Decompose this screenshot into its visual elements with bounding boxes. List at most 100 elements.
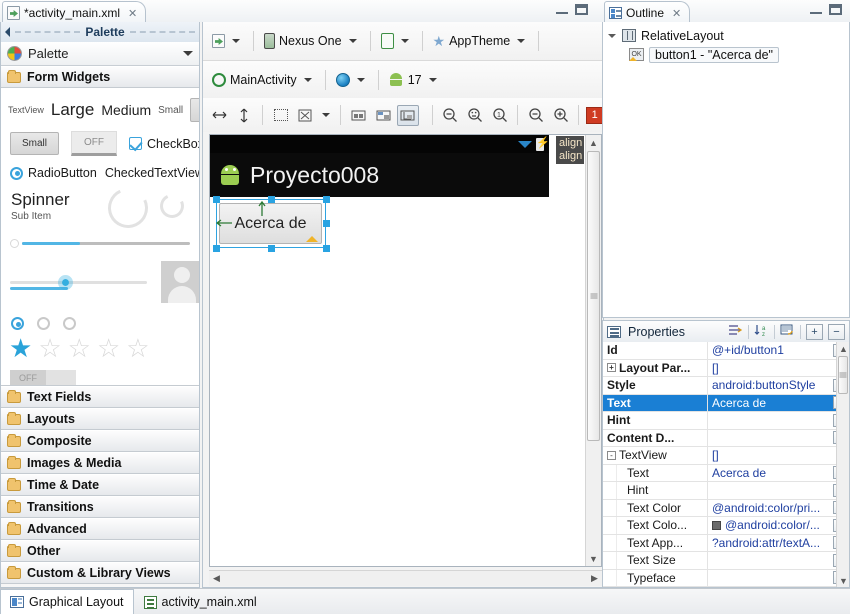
palette-item-small-button[interactable]: Small bbox=[10, 132, 60, 155]
close-icon[interactable]: ✕ bbox=[672, 7, 681, 20]
locale-chooser-button[interactable] bbox=[333, 71, 371, 89]
palette-category-form-widgets[interactable]: Form Widgets bbox=[1, 66, 199, 88]
property-row[interactable]: Hint… bbox=[603, 412, 849, 430]
chevron-down-icon[interactable] bbox=[303, 77, 312, 82]
chevron-down-icon[interactable] bbox=[428, 77, 437, 82]
chevron-down-icon[interactable] bbox=[400, 39, 409, 43]
activity-chooser-button[interactable]: MainActivity bbox=[209, 71, 318, 89]
scroll-up-icon[interactable]: ▲ bbox=[586, 135, 601, 150]
minimize-icon[interactable] bbox=[810, 5, 822, 14]
palette-category-composite[interactable]: Composite bbox=[1, 430, 199, 452]
palette-item-radiogroup[interactable] bbox=[1, 303, 199, 330]
palette-item-radiobutton[interactable]: RadioButton bbox=[10, 166, 97, 180]
layout-canvas[interactable]: Proyecto008 Acerca de bbox=[209, 134, 602, 567]
collapse-all-icon[interactable]: − bbox=[828, 323, 845, 340]
palette-category-layouts[interactable]: Layouts bbox=[1, 408, 199, 430]
maximize-icon[interactable] bbox=[575, 4, 588, 15]
seek-thumb[interactable] bbox=[58, 274, 73, 290]
palette-item-button[interactable]: Button bbox=[190, 98, 199, 122]
sort-alpha-icon[interactable]: az bbox=[754, 323, 769, 340]
close-icon[interactable]: ✕ bbox=[128, 7, 137, 20]
structure-button-b[interactable] bbox=[373, 105, 395, 126]
property-row[interactable]: Content D...… bbox=[603, 429, 849, 447]
tab-activity-main-xml[interactable]: activity_main.xml bbox=[134, 589, 267, 614]
zoom-fit-button[interactable] bbox=[440, 105, 462, 126]
palette-toolbar[interactable]: Palette bbox=[1, 42, 199, 66]
property-row[interactable]: TextAcerca de… bbox=[603, 394, 849, 412]
tab-graphical-layout[interactable]: Graphical Layout bbox=[0, 589, 134, 614]
palette-item-toggle-button[interactable]: OFF bbox=[71, 131, 118, 156]
property-value[interactable]: [] bbox=[708, 360, 831, 377]
property-row[interactable]: Text Color@android:color/pri...… bbox=[603, 499, 849, 517]
property-row[interactable]: Id@+id/button1… bbox=[603, 342, 849, 360]
canvas-hscrollbar[interactable]: ◀ ▶ bbox=[209, 570, 602, 586]
zoom-out-button[interactable] bbox=[525, 105, 547, 126]
property-row[interactable]: TextAcerca de… bbox=[603, 464, 849, 482]
structure-button-c[interactable] bbox=[397, 104, 419, 126]
structure-button-a[interactable] bbox=[348, 105, 370, 126]
palette-item-small-text[interactable]: Small bbox=[158, 105, 183, 116]
palette-item-seekbar[interactable] bbox=[1, 248, 199, 303]
chevron-down-icon[interactable] bbox=[356, 77, 365, 82]
palette-category-images-media[interactable]: Images & Media bbox=[1, 452, 199, 474]
palette-category-other[interactable]: Other bbox=[1, 540, 199, 562]
progress-ring-small-icon[interactable] bbox=[156, 190, 187, 222]
theme-chooser-button[interactable]: ★ AppTheme bbox=[430, 31, 532, 52]
properties-vscroll-thumb[interactable] bbox=[838, 356, 848, 394]
property-row[interactable]: - TextView [] bbox=[603, 447, 849, 465]
property-value[interactable]: @android:color/... bbox=[708, 517, 831, 534]
chevron-down-icon[interactable] bbox=[183, 51, 193, 56]
device-chooser-button[interactable]: Nexus One bbox=[261, 31, 363, 51]
property-value[interactable] bbox=[708, 412, 831, 429]
property-row[interactable]: Text App...?android:attr/textA...… bbox=[603, 534, 849, 552]
config-chooser-button[interactable] bbox=[209, 32, 246, 50]
scroll-down-icon[interactable]: ▼ bbox=[586, 551, 601, 566]
palette-item-checkbox[interactable]: CheckBox bbox=[129, 137, 199, 151]
palette-category-text-fields[interactable]: Text Fields bbox=[1, 386, 199, 408]
palette-item-spinner[interactable]: Spinner Sub Item bbox=[11, 190, 70, 222]
device-screen-body[interactable]: Acerca de bbox=[210, 196, 549, 527]
property-value[interactable] bbox=[708, 482, 831, 499]
zoom-to-fit-button[interactable] bbox=[464, 105, 486, 126]
minimize-icon[interactable] bbox=[556, 5, 568, 14]
palette-item-checkedtextview[interactable]: CheckedTextView bbox=[105, 166, 199, 180]
palette-item-textview[interactable]: TextView bbox=[8, 105, 44, 115]
scroll-right-icon[interactable]: ▶ bbox=[587, 571, 602, 586]
zoom-100-button[interactable]: 1 bbox=[489, 105, 511, 126]
progress-ring-icon[interactable] bbox=[101, 182, 154, 234]
scroll-left-icon[interactable]: ◀ bbox=[209, 571, 224, 586]
fit-height-button[interactable] bbox=[234, 105, 256, 126]
outline-tab[interactable]: Outline ✕ bbox=[604, 1, 691, 22]
property-row[interactable]: Hint… bbox=[603, 482, 849, 500]
canvas-vscroll-thumb[interactable] bbox=[587, 151, 600, 441]
property-value[interactable]: Acerca de bbox=[708, 465, 831, 482]
restore-default-icon[interactable] bbox=[780, 323, 795, 340]
expand-icon[interactable]: + bbox=[607, 363, 616, 373]
palette-item-ratingbar[interactable]: ★ ☆ ☆ ☆ ☆ bbox=[1, 330, 199, 361]
orientation-chooser-button[interactable] bbox=[378, 31, 415, 51]
property-value[interactable]: @+id/button1 bbox=[708, 342, 831, 359]
property-row[interactable]: Styleandroid:buttonStyle… bbox=[603, 377, 849, 395]
properties-vscrollbar[interactable]: ▲ ▼ bbox=[836, 342, 849, 587]
twisty-expanded-icon[interactable] bbox=[608, 33, 616, 38]
expand-all-icon[interactable]: + bbox=[806, 323, 823, 340]
property-value[interactable]: android:buttonStyle bbox=[708, 377, 831, 394]
chevron-down-icon[interactable] bbox=[322, 113, 331, 117]
collapse-left-icon[interactable] bbox=[5, 27, 10, 37]
property-value[interactable]: [] bbox=[708, 447, 831, 464]
chevron-down-icon[interactable] bbox=[232, 39, 240, 43]
property-row[interactable]: Text Size… bbox=[603, 552, 849, 570]
image-view-icon[interactable] bbox=[161, 261, 199, 303]
device-preview[interactable]: Proyecto008 Acerca de bbox=[210, 135, 550, 527]
palette-category-time-date[interactable]: Time & Date bbox=[1, 474, 199, 496]
distribute-button[interactable] bbox=[295, 105, 317, 126]
collapse-icon[interactable]: - bbox=[607, 450, 616, 460]
properties-grid[interactable]: Id@+id/button1…+Layout Par...[]Styleandr… bbox=[602, 342, 850, 588]
property-value[interactable]: ?android:attr/textA... bbox=[708, 535, 831, 552]
show-advanced-icon[interactable] bbox=[728, 323, 743, 340]
outline-node-button1[interactable]: OK button1 - "Acerca de" bbox=[603, 45, 849, 64]
outline-tree[interactable]: RelativeLayout OK button1 - "Acerca de" bbox=[602, 22, 850, 318]
property-row[interactable]: + Layout Par... [] bbox=[603, 359, 849, 377]
api-level-chooser-button[interactable]: 17 bbox=[386, 71, 443, 89]
palette-item-switch[interactable]: OFF bbox=[1, 361, 199, 385]
